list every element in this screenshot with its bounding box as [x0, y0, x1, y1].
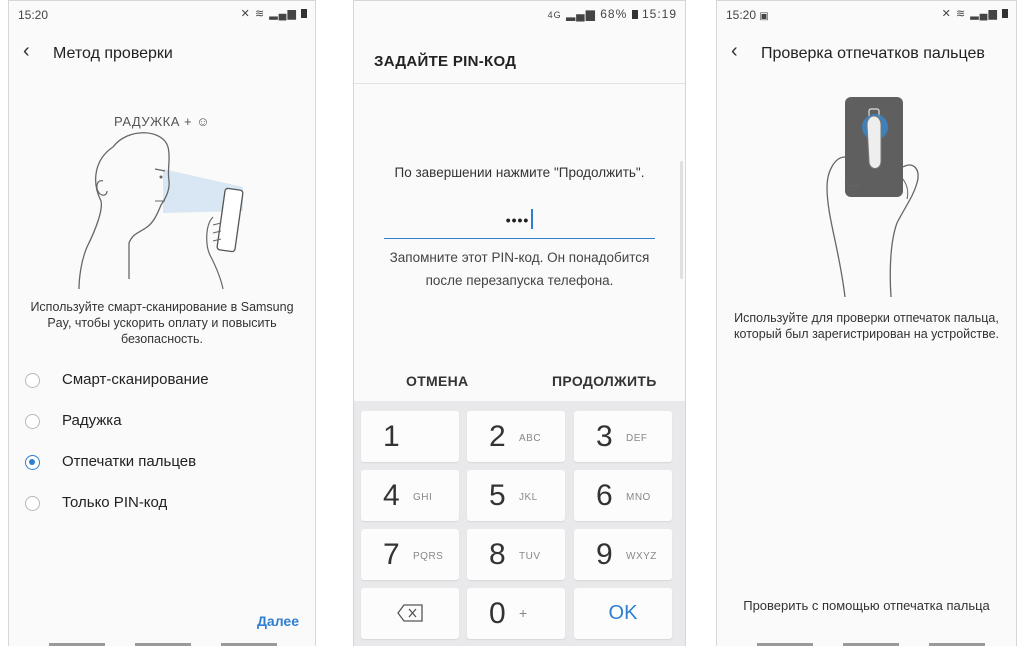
- key-8[interactable]: 8 TUV: [467, 529, 565, 580]
- option-pin-only[interactable]: Только PIN-код: [9, 490, 315, 520]
- radio-button-selected[interactable]: [25, 455, 40, 470]
- signal-icon: ▂▄▆: [970, 8, 998, 20]
- battery-icon: [301, 9, 307, 18]
- page-title: Метод проверки: [53, 45, 173, 62]
- status-time: 15:20: [18, 8, 49, 22]
- wifi-icon: ≋: [254, 8, 266, 20]
- fingerprint-illustration: [826, 97, 919, 297]
- mute-icon: ✕: [941, 8, 952, 20]
- description-text: Используйте для проверки отпечаток пальц…: [733, 311, 1000, 341]
- phone-screen-set-pin: 4G ▂▄▆ 68% 15:19 ЗАДАЙТЕ PIN-КОД По заве…: [353, 0, 686, 646]
- radio-button[interactable]: [25, 496, 40, 511]
- option-label: Отпечатки пальцев: [62, 453, 197, 470]
- network-type: 4G: [547, 10, 562, 20]
- option-fingerprints[interactable]: Отпечатки пальцев: [9, 449, 315, 479]
- app-header: ‹ Метод проверки: [9, 34, 315, 74]
- key-9[interactable]: 9 WXYZ: [574, 529, 672, 580]
- option-label: Радужка: [62, 412, 122, 429]
- key-6[interactable]: 6 MNO: [574, 470, 672, 521]
- key-2[interactable]: 2 ABC: [467, 411, 565, 462]
- app-header: ‹ Проверка отпечатков пальцев: [717, 34, 1016, 74]
- verify-with-fingerprint-button[interactable]: Проверить с помощью отпечатка пальца: [717, 598, 1016, 613]
- option-smart-scan[interactable]: Смарт-сканирование: [9, 367, 315, 397]
- option-label: Только PIN-код: [62, 494, 168, 511]
- phone-screen-verification-method: 15:20 ✕ ≋ ▂▄▆ ‹ Метод проверки РАДУЖКА +…: [8, 0, 316, 646]
- next-button[interactable]: Далее: [257, 613, 299, 629]
- key-3[interactable]: 3 DEF: [574, 411, 672, 462]
- key-5[interactable]: 5 JKL: [467, 470, 565, 521]
- key-0[interactable]: 0 +: [467, 588, 565, 639]
- phone-screen-fingerprint-check: 15:20 ▣ ✕ ≋ ▂▄▆ ‹ Проверка отпечатков па…: [716, 0, 1017, 646]
- status-time: 15:20 ▣: [726, 8, 769, 22]
- iris-scan-illustration: [78, 132, 244, 289]
- key-4[interactable]: 4 GHI: [361, 470, 459, 521]
- note-text: Запомните этот PIN-код. Он понадобится п…: [389, 250, 650, 288]
- option-label: Смарт-сканирование: [62, 371, 209, 388]
- pin-value: ••••: [505, 212, 530, 228]
- option-iris[interactable]: Радужка: [9, 408, 315, 438]
- face-icon: ☺: [196, 114, 210, 129]
- status-icons: ✕ ≋ ▂▄▆: [942, 7, 1008, 20]
- signal-icon: ▂▄▆: [565, 7, 596, 21]
- status-bar: 15:20 ✕ ≋ ▂▄▆: [9, 1, 315, 27]
- key-7[interactable]: 7 PQRS: [361, 529, 459, 580]
- signal-icon: ▂▄▆: [269, 8, 297, 20]
- backspace-icon: [397, 604, 423, 622]
- backspace-key[interactable]: [361, 588, 459, 639]
- text-caret: [531, 209, 534, 229]
- divider: [354, 83, 685, 84]
- page-title: Проверка отпечатков пальцев: [761, 45, 985, 62]
- ok-key[interactable]: OK: [574, 588, 672, 639]
- illustration-label: РАДУЖКА + ☺: [114, 114, 210, 129]
- radio-button[interactable]: [25, 414, 40, 429]
- wifi-icon: ≋: [955, 8, 967, 20]
- status-bar: 4G ▂▄▆ 68% 15:19: [354, 1, 685, 27]
- description-text: Используйте смарт-сканирование в Samsung…: [30, 300, 294, 346]
- instruction-text: По завершении нажмите "Продолжить".: [394, 165, 645, 180]
- image-icon: ▣: [759, 11, 769, 22]
- status-icons: ✕ ≋ ▂▄▆: [241, 7, 307, 20]
- numeric-keypad: 1 2 ABC 3 DEF 4 GHI 5 JKL 6 MNO 7 PQRS 8 TUV 9W…: [354, 401, 685, 646]
- pin-input[interactable]: ••••: [384, 206, 655, 239]
- battery-percent: 68%: [600, 7, 628, 21]
- page-title: ЗАДАЙТЕ PIN-КОД: [374, 53, 517, 70]
- cancel-button[interactable]: ОТМЕНА: [406, 373, 468, 389]
- status-time: 15:19: [641, 7, 677, 21]
- status-bar: 15:20 ▣ ✕ ≋ ▂▄▆: [717, 1, 1016, 27]
- battery-icon: [631, 10, 638, 19]
- back-arrow-icon[interactable]: ‹: [23, 40, 30, 63]
- status-icons: 4G ▂▄▆ 68% 15:19: [548, 7, 677, 21]
- mute-icon: ✕: [240, 8, 251, 20]
- radio-button[interactable]: [25, 373, 40, 388]
- scrollbar[interactable]: [680, 161, 683, 279]
- battery-icon: [1002, 9, 1008, 18]
- key-1[interactable]: 1: [361, 411, 459, 462]
- back-arrow-icon[interactable]: ‹: [731, 40, 738, 63]
- continue-button[interactable]: ПРОДОЛЖИТЬ: [552, 373, 657, 389]
